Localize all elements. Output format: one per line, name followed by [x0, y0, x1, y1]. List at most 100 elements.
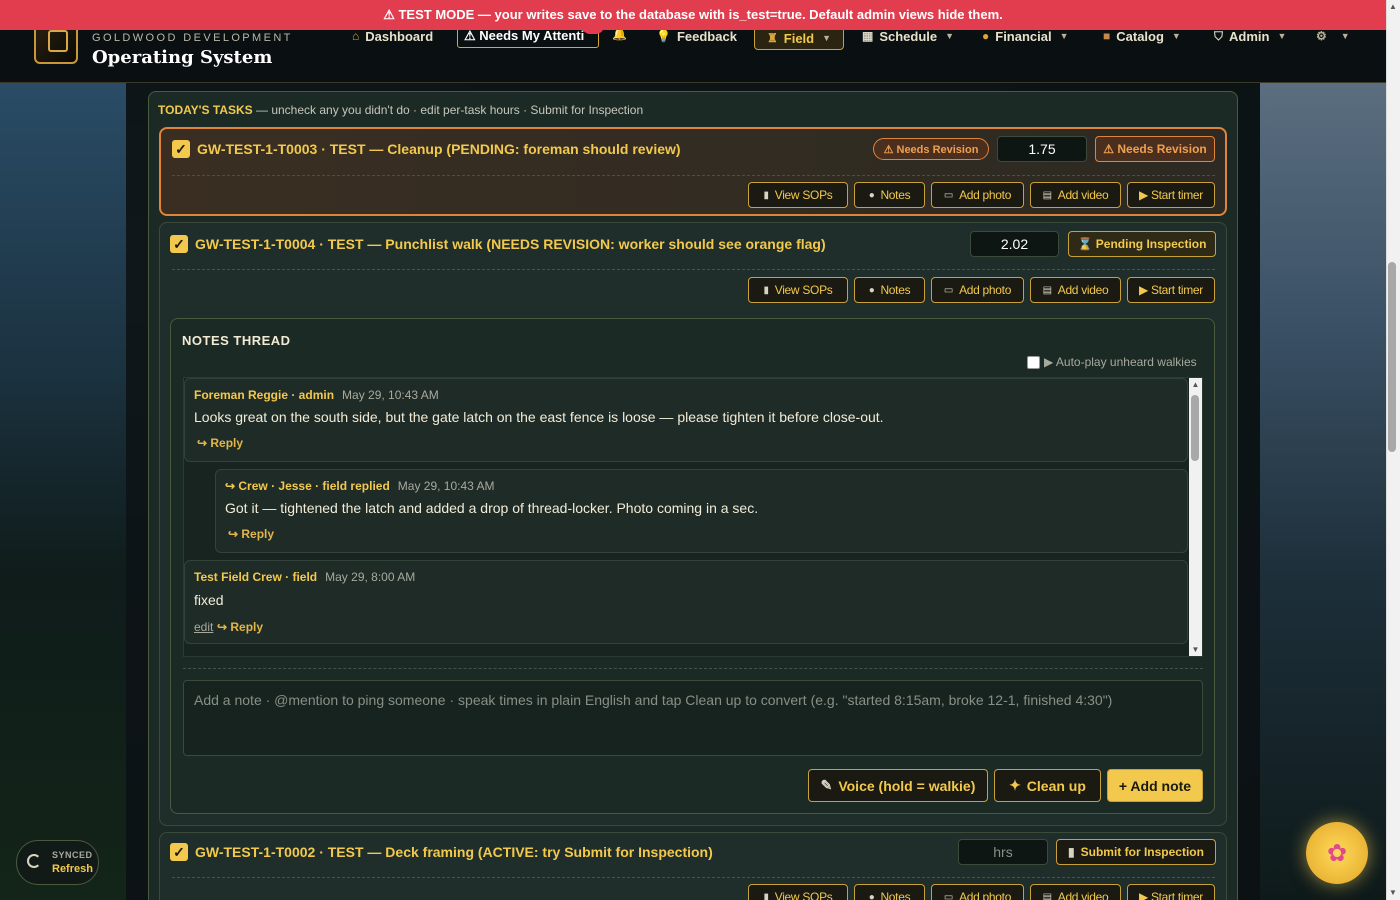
autoplay-checkbox[interactable] — [1027, 355, 1040, 369]
chevron-down-icon: ▼ — [1171, 31, 1181, 41]
nav-dashboard-label: Dashboard — [365, 28, 434, 44]
view-sops-label: View SOPs — [774, 890, 833, 900]
submit-for-inspection-button[interactable]: ▮ Submit for Inspection — [1056, 839, 1216, 865]
note-input[interactable]: Add a note · @mention to ping someone · … — [183, 680, 1203, 756]
view-sops-button[interactable]: ▮ View SOPs — [748, 277, 848, 303]
chevron-down-icon: ▼ — [1059, 31, 1069, 41]
task-title: GW-TEST-1-T0003 · TEST — Cleanup (PENDIN… — [197, 141, 681, 157]
document-icon: ▮ — [763, 189, 770, 201]
brand-subtitle: GOLDWOOD DEVELOPMENT — [92, 32, 293, 44]
messages-list[interactable]: Foreman Reggie · admin May 29, 10:43 AM L… — [183, 377, 1203, 657]
calendar-icon: ▦ — [862, 29, 874, 43]
worker-icon: ♜ — [767, 31, 778, 45]
scroll-down-arrow[interactable]: ▼ — [1190, 645, 1201, 654]
start-timer-button[interactable]: ▶ Start timer — [1127, 884, 1215, 900]
notes-label: Notes — [880, 188, 911, 202]
page-scrollbar-thumb[interactable] — [1388, 262, 1396, 452]
speech-bubble-icon: ● — [868, 189, 875, 201]
task-hours-input[interactable]: 2.02 — [970, 231, 1059, 257]
add-video-button[interactable]: ▤ Add video — [1030, 182, 1121, 208]
task-hours-input[interactable]: 1.75 — [997, 136, 1087, 162]
notes-button[interactable]: ● Notes — [854, 182, 925, 208]
view-sops-button[interactable]: ▮ View SOPs — [748, 182, 848, 208]
task-status-button[interactable]: ⚠ Needs Revision — [1095, 136, 1215, 162]
page-scroll-down-arrow[interactable]: ▼ — [1388, 888, 1398, 897]
background-left — [0, 83, 126, 900]
view-sops-label: View SOPs — [774, 283, 833, 297]
film-icon: ▤ — [1042, 284, 1052, 296]
notes-label: Notes — [880, 890, 911, 900]
speech-bubble-icon: ● — [868, 284, 875, 296]
task-checkbox[interactable]: ✓ — [172, 140, 190, 158]
page-scroll-up-arrow[interactable]: ▲ — [1388, 2, 1398, 11]
message-time: May 29, 10:43 AM — [397, 479, 495, 493]
box-icon: ■ — [1103, 29, 1111, 43]
scroll-up-arrow[interactable]: ▲ — [1190, 380, 1201, 389]
background-right — [1260, 83, 1386, 900]
messages-scrollbar-thumb[interactable] — [1191, 395, 1199, 461]
reply-button[interactable]: ↪ Reply — [228, 527, 274, 541]
view-sops-button[interactable]: ▮ View SOPs — [748, 884, 848, 900]
add-photo-label: Add photo — [959, 188, 1012, 202]
message-body: Got it — tightened the latch and added a… — [225, 500, 759, 516]
tasks-header-hint: — uncheck any you didn't do · edit per-t… — [252, 103, 644, 117]
add-photo-label: Add photo — [959, 890, 1012, 900]
message-time: May 29, 10:43 AM — [342, 388, 439, 402]
sync-refresh-button[interactable]: SYNCED Refresh — [16, 840, 99, 885]
add-photo-button[interactable]: ▭ Add photo — [931, 277, 1024, 303]
top-header: GOLDWOOD DEVELOPMENT Operating System ⌂ D… — [0, 18, 1386, 83]
message-author: ↪ Crew · Jesse · field replied — [225, 479, 390, 493]
brand-title: Operating System — [92, 47, 273, 68]
tasks-header-title: TODAY'S TASKS — [158, 103, 253, 117]
message: Test Field Crew · field May 29, 8:00 AM f… — [184, 560, 1188, 644]
message-meta: Test Field Crew · field May 29, 8:00 AM — [194, 570, 415, 584]
add-photo-button[interactable]: ▭ Add photo — [931, 182, 1024, 208]
message-author: Test Field Crew · field — [194, 570, 318, 584]
nav-catalog-label: Catalog — [1116, 28, 1164, 44]
film-icon: ▤ — [1042, 891, 1052, 900]
film-icon: ▤ — [1042, 189, 1052, 201]
start-timer-button[interactable]: ▶ Start timer — [1127, 182, 1215, 208]
chevron-down-icon: ▼ — [1277, 31, 1287, 41]
notes-button[interactable]: ● Notes — [854, 277, 925, 303]
add-video-button[interactable]: ▤ Add video — [1030, 884, 1121, 900]
speech-bubble-icon: ● — [868, 891, 875, 900]
hibiscus-fab-button[interactable]: ✿ — [1306, 822, 1368, 884]
message-reply: ↪ Crew · Jesse · field replied May 29, 10… — [215, 469, 1188, 553]
picture-icon: ▭ — [943, 891, 954, 900]
test-mode-banner: ⚠ TEST MODE — your writes save to the da… — [0, 0, 1386, 30]
message-meta: Foreman Reggie · admin May 29, 10:43 AM — [194, 388, 439, 402]
message-body: fixed — [194, 592, 224, 608]
task-checkbox[interactable]: ✓ — [170, 235, 188, 253]
chevron-down-icon: ▼ — [945, 31, 955, 41]
task-divider — [172, 269, 1215, 270]
add-note-button[interactable]: + Add note — [1107, 769, 1203, 802]
add-video-button[interactable]: ▤ Add video — [1030, 277, 1121, 303]
add-video-label: Add video — [1057, 890, 1109, 900]
autoplay-toggle[interactable]: ▶ Auto-play unheard walkies — [1027, 355, 1197, 369]
clean-up-button[interactable]: ✦ Clean up — [994, 769, 1101, 802]
picture-icon: ▭ — [943, 189, 954, 201]
start-timer-button[interactable]: ▶ Start timer — [1127, 277, 1215, 303]
nav-needs-attention-label: ⚠ Needs My Attenti — [464, 28, 585, 43]
chevron-down-icon: ▼ — [1340, 31, 1350, 41]
voice-label: Voice (hold = walkie) — [838, 777, 976, 794]
task-checkbox[interactable]: ✓ — [170, 843, 188, 861]
submit-label: Submit for Inspection — [1080, 845, 1204, 859]
clipboard-icon: ▮ — [1068, 845, 1075, 859]
voice-button[interactable]: ✎ Voice (hold = walkie) — [808, 769, 988, 802]
notes-label: Notes — [880, 283, 911, 297]
task-divider — [172, 877, 1215, 878]
task-status-button[interactable]: ⌛ Pending Inspection — [1068, 231, 1216, 257]
message: Foreman Reggie · admin May 29, 10:43 AM L… — [184, 378, 1188, 462]
reply-button[interactable]: ↪ Reply — [197, 436, 243, 450]
add-photo-button[interactable]: ▭ Add photo — [931, 884, 1024, 900]
nav-field-label: Field — [783, 30, 815, 46]
clean-up-label: Clean up — [1026, 777, 1086, 794]
sync-status: SYNCED — [52, 850, 93, 860]
task-hours-input[interactable]: hrs — [958, 839, 1048, 865]
notes-button[interactable]: ● Notes — [854, 884, 925, 900]
reply-button[interactable]: ↪ Reply — [217, 620, 263, 634]
microphone-icon: ✎ — [820, 777, 833, 793]
edit-link[interactable]: edit — [194, 620, 213, 634]
